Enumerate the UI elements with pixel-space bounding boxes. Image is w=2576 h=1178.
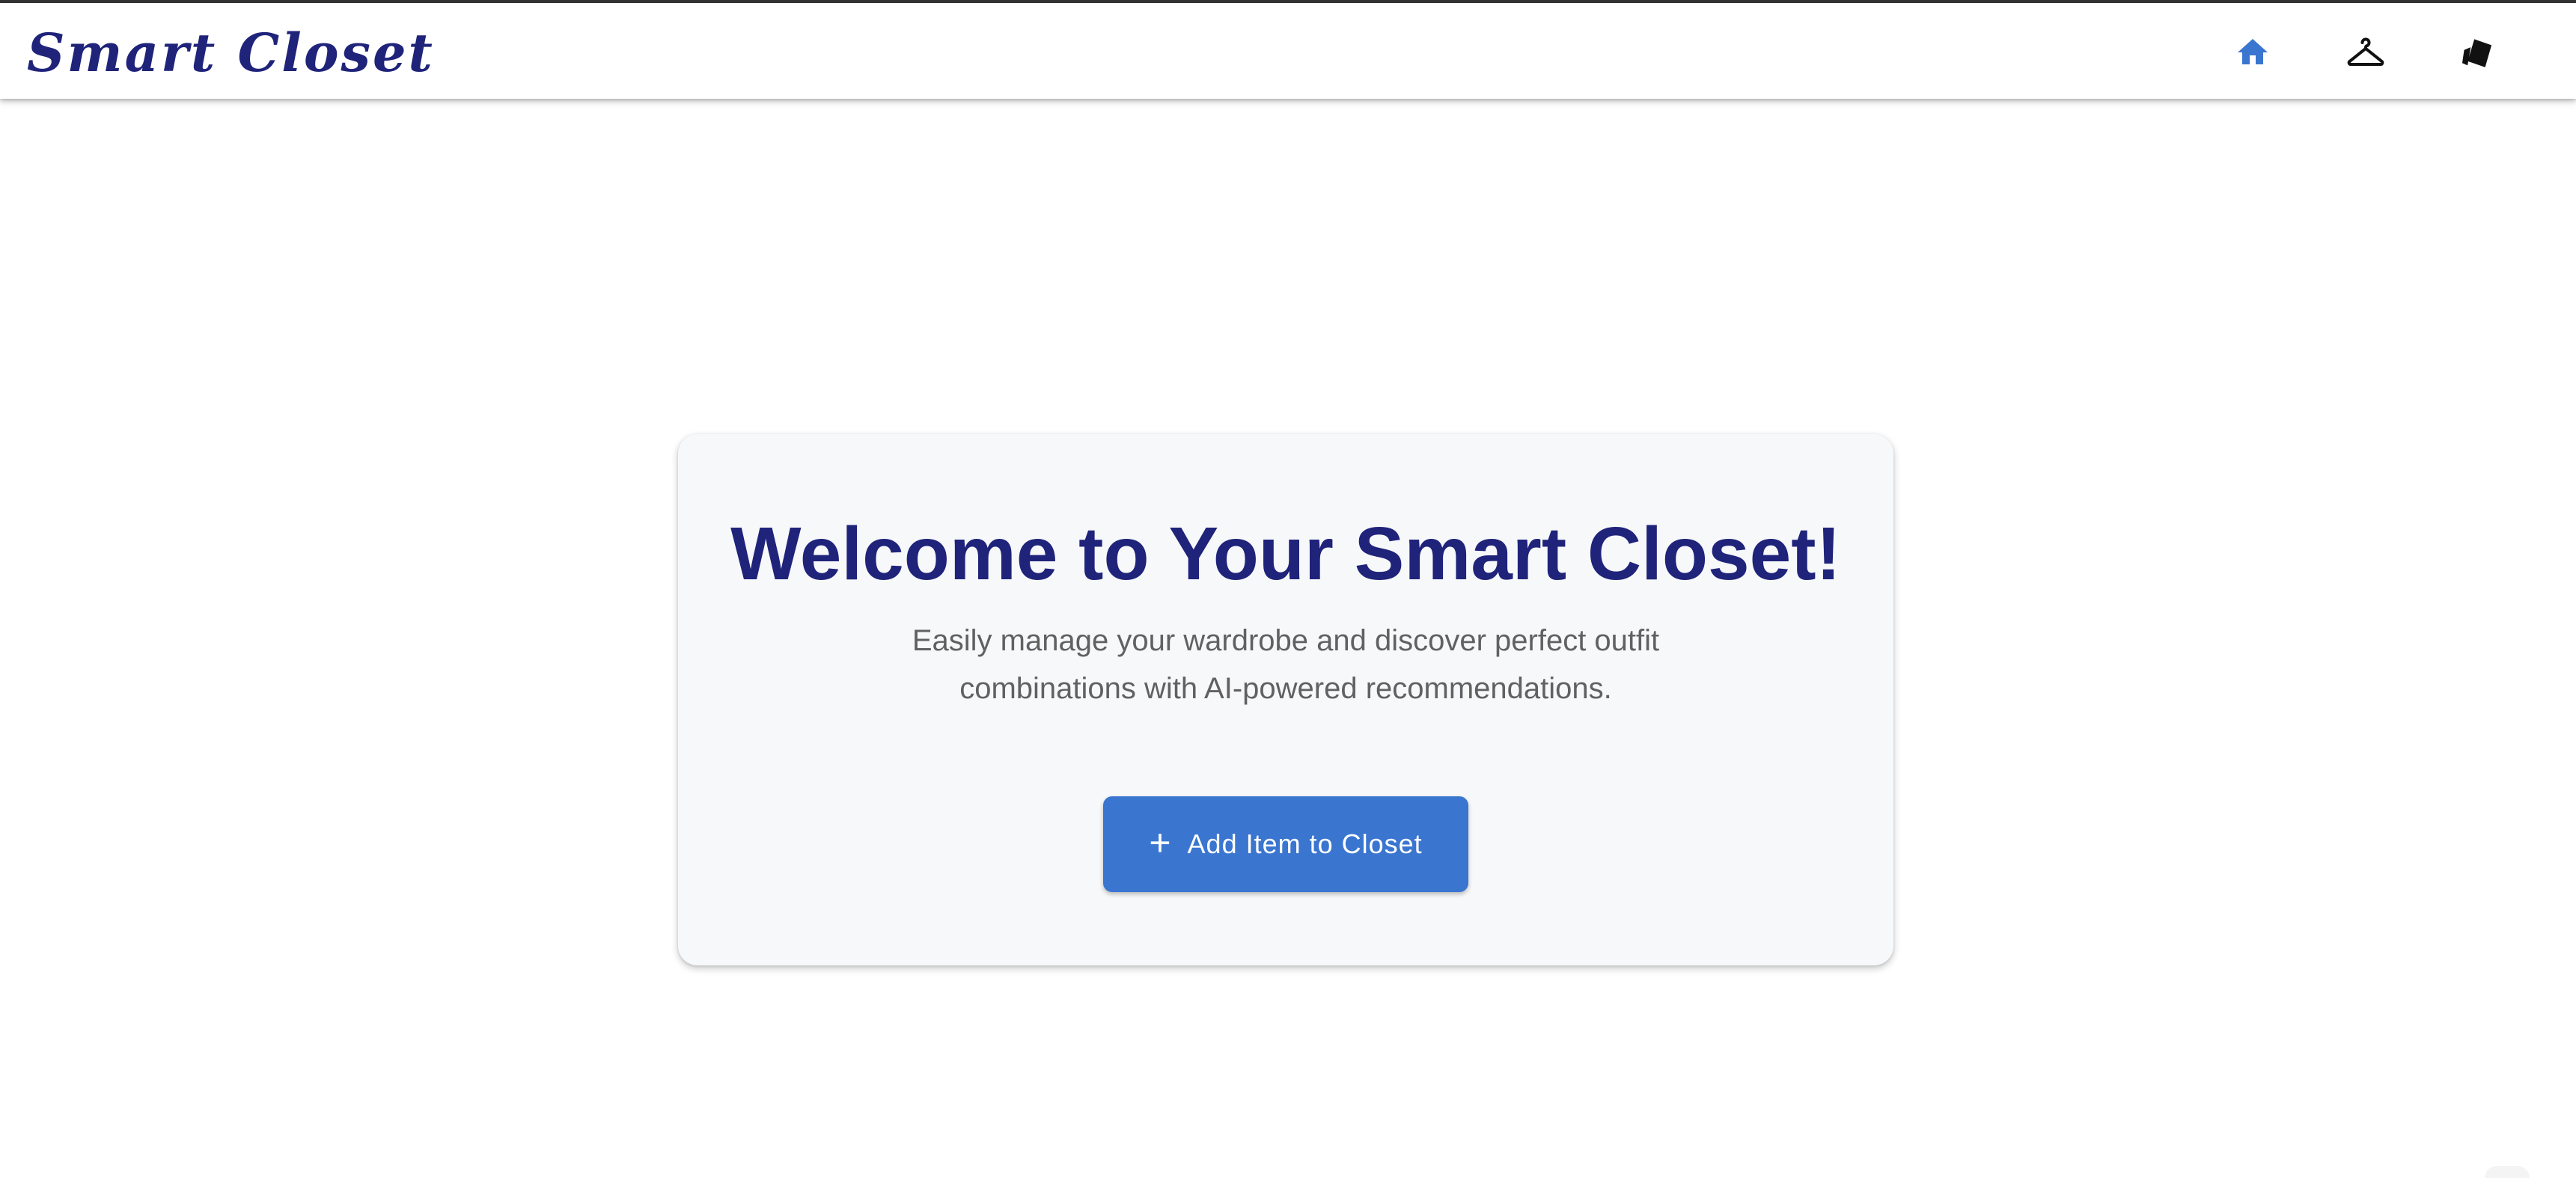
add-item-button[interactable]: + Add Item to Closet (1103, 796, 1468, 892)
nav-outfits-button[interactable] (2448, 22, 2508, 82)
scroll-shadow (2485, 1166, 2530, 1178)
nav-home-button[interactable] (2223, 22, 2283, 82)
hanger-icon (2347, 37, 2384, 66)
home-icon (2238, 39, 2268, 64)
add-item-label: Add Item to Closet (1187, 828, 1423, 859)
welcome-card: Welcome to Your Smart Closet! Easily man… (678, 434, 1893, 965)
welcome-title: Welcome to Your Smart Closet! (730, 512, 1841, 596)
welcome-subtitle: Easily manage your wardrobe and discover… (912, 624, 1660, 705)
tags-icon (2461, 39, 2492, 67)
plus-icon: + (1149, 822, 1171, 864)
nav-closet-button[interactable] (2336, 22, 2396, 82)
app-title: Smart Closet (27, 22, 435, 84)
app-bar: Smart Closet (0, 3, 2576, 99)
